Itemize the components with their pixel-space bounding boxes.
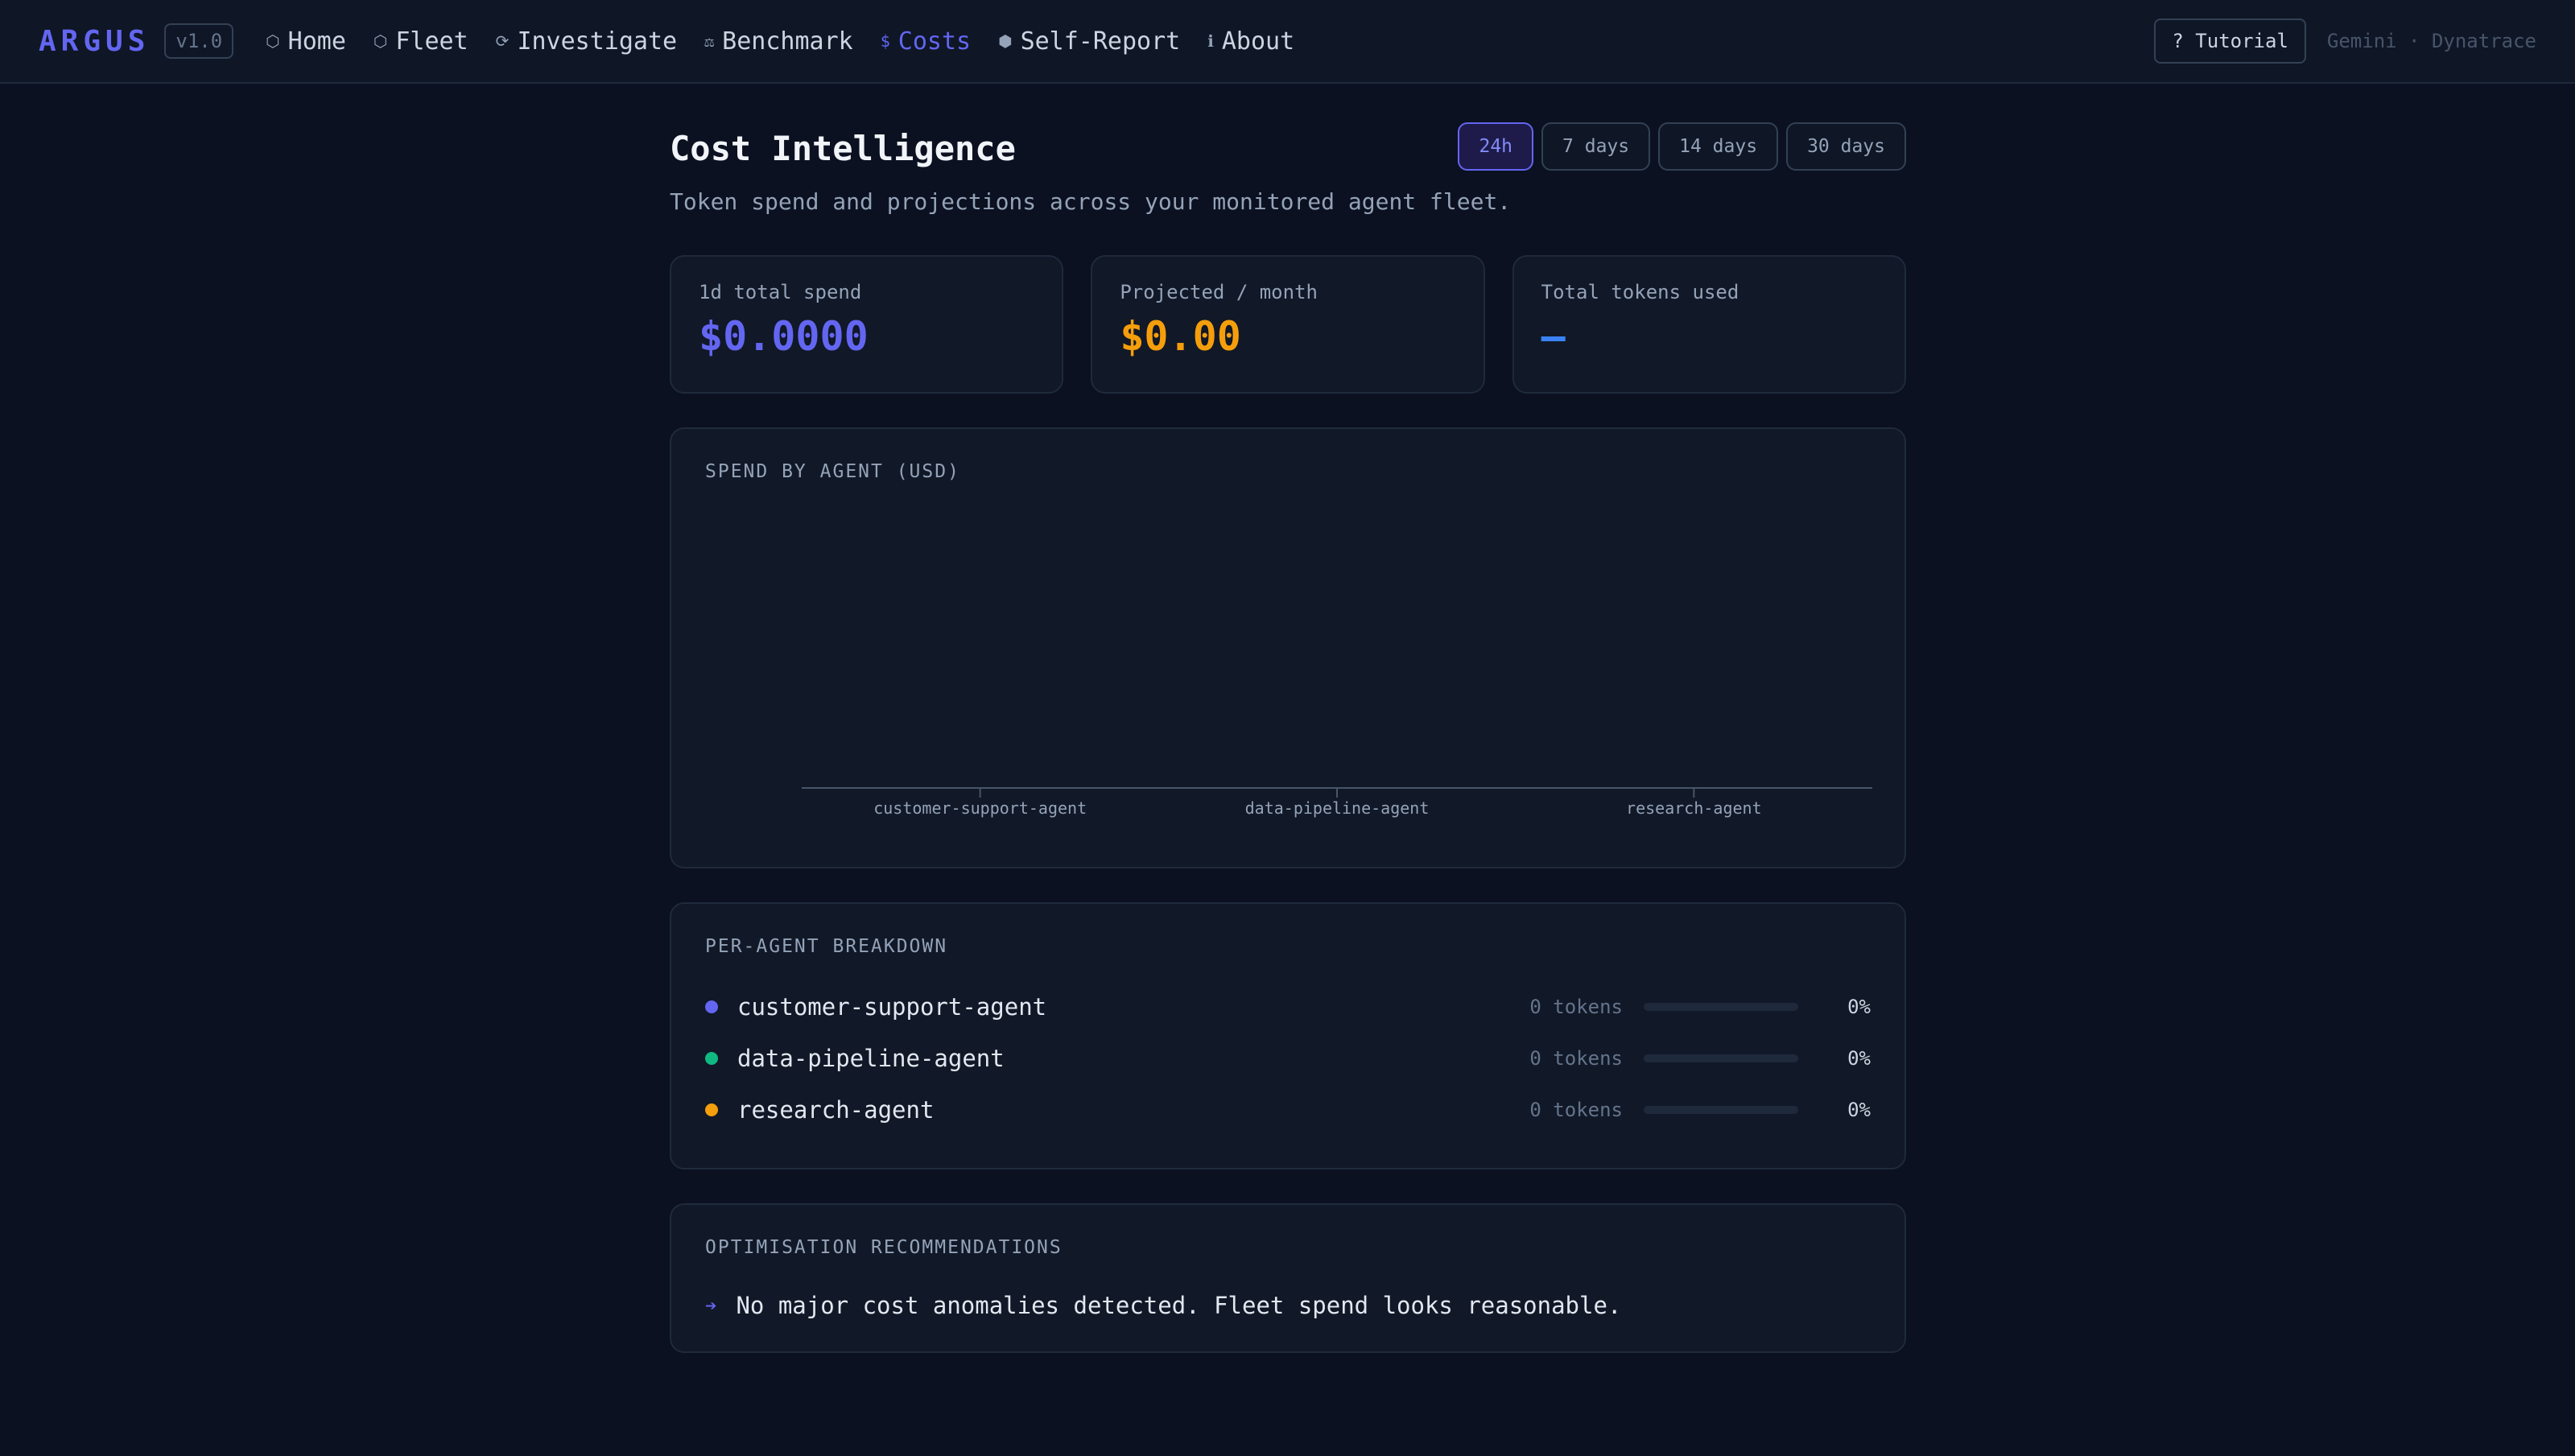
nav-costs[interactable]: $ Costs bbox=[881, 27, 971, 56]
nav-self-report-label: Self-Report bbox=[1020, 27, 1181, 56]
recommendations-title: OPTIMISATION RECOMMENDATIONS bbox=[705, 1237, 1063, 1258]
stat-card-total-spend: 1d total spend $0.0000 bbox=[670, 255, 1064, 394]
info-icon: ℹ bbox=[1207, 31, 1214, 51]
nav-links: ⬡ Home ⬡ Fleet ⟳ Investigate ⚖ Benchmark… bbox=[266, 27, 1294, 56]
refresh-icon: ⟳ bbox=[495, 31, 510, 51]
agent-row[interactable]: data-pipeline-agent 0 tokens 0% bbox=[705, 1033, 1871, 1084]
version-badge: v1.0 bbox=[164, 23, 234, 59]
agent-color-dot bbox=[705, 1103, 718, 1116]
stat-label: 1d total spend bbox=[699, 281, 862, 303]
brand-logo[interactable]: ARGUS bbox=[39, 25, 150, 58]
x-tick-label: research-agent bbox=[1626, 798, 1762, 818]
breakdown-title: PER-AGENT BREAKDOWN bbox=[705, 936, 948, 957]
nav-fleet[interactable]: ⬡ Fleet bbox=[373, 27, 468, 56]
nav-home-label: Home bbox=[287, 27, 346, 56]
agent-tokens: 0 tokens bbox=[1529, 1099, 1623, 1121]
page-title: Cost Intelligence bbox=[670, 129, 1016, 168]
agent-name: data-pipeline-agent bbox=[737, 1045, 1005, 1072]
stat-label: Projected / month bbox=[1120, 281, 1318, 303]
scales-icon: ⚖ bbox=[704, 31, 715, 51]
agent-list: customer-support-agent 0 tokens 0% data-… bbox=[705, 981, 1871, 1136]
stat-value: $0.0000 bbox=[699, 313, 869, 360]
range-tab-24h[interactable]: 24h bbox=[1458, 122, 1534, 171]
range-tab-14-days[interactable]: 14 days bbox=[1658, 122, 1779, 171]
nav-investigate-label: Investigate bbox=[517, 27, 678, 56]
nav-fleet-label: Fleet bbox=[395, 27, 468, 56]
recommendations-panel: OPTIMISATION RECOMMENDATIONS ➔ No major … bbox=[670, 1203, 1906, 1353]
stat-card-tokens: Total tokens used — bbox=[1512, 255, 1906, 394]
x-tick-label: customer-support-agent bbox=[873, 798, 1087, 818]
stat-value: $0.00 bbox=[1120, 313, 1241, 360]
hexagon-icon: ⬡ bbox=[373, 31, 388, 51]
agent-color-dot bbox=[705, 1052, 718, 1065]
recommendation-item: ➔ No major cost anomalies detected. Flee… bbox=[705, 1292, 1871, 1319]
agent-name: customer-support-agent bbox=[737, 993, 1047, 1021]
agent-row[interactable]: research-agent 0 tokens 0% bbox=[705, 1084, 1871, 1136]
agent-tokens: 0 tokens bbox=[1529, 996, 1623, 1018]
page-subtitle: Token spend and projections across your … bbox=[670, 188, 1512, 215]
x-tick-label: data-pipeline-agent bbox=[1245, 798, 1430, 818]
range-tab-7-days[interactable]: 7 days bbox=[1541, 122, 1651, 171]
spend-chart-panel: SPEND BY AGENT (USD) customer-support-ag… bbox=[670, 427, 1906, 868]
agent-pct: 0% bbox=[1847, 996, 1871, 1018]
top-nav: ARGUS v1.0 ⬡ Home ⬡ Fleet ⟳ Investigate … bbox=[0, 0, 2575, 84]
agent-pct: 0% bbox=[1847, 1047, 1871, 1070]
nav-right: ? Tutorial Gemini · Dynatrace bbox=[2154, 19, 2536, 64]
agent-row[interactable]: customer-support-agent 0 tokens 0% bbox=[705, 981, 1871, 1033]
agent-name: research-agent bbox=[737, 1096, 935, 1124]
stat-value: — bbox=[1541, 313, 1566, 360]
hexagon-icon: ⬡ bbox=[266, 31, 280, 51]
nav-about-label: About bbox=[1221, 27, 1295, 56]
breakdown-panel: PER-AGENT BREAKDOWN customer-support-age… bbox=[670, 902, 1906, 1169]
nav-benchmark[interactable]: ⚖ Benchmark bbox=[704, 27, 853, 56]
stat-cards: 1d total spend $0.0000 Projected / month… bbox=[670, 255, 1906, 394]
range-tab-30-days[interactable]: 30 days bbox=[1786, 122, 1906, 171]
nav-investigate[interactable]: ⟳ Investigate bbox=[496, 27, 677, 56]
share-bar bbox=[1644, 1054, 1798, 1062]
agent-tokens: 0 tokens bbox=[1529, 1047, 1623, 1070]
nav-about[interactable]: ℹ About bbox=[1207, 27, 1294, 56]
dollar-icon: $ bbox=[880, 31, 890, 51]
recommendation-text: No major cost anomalies detected. Fleet … bbox=[736, 1292, 1622, 1319]
hexagon-filled-icon: ⬢ bbox=[998, 31, 1013, 51]
main-content: Cost Intelligence 24h 7 days 14 days 30 … bbox=[670, 122, 1906, 1353]
arrow-right-icon: ➔ bbox=[705, 1294, 717, 1317]
nav-costs-label: Costs bbox=[898, 27, 972, 56]
spend-by-agent-chart: customer-support-agent data-pipeline-agen… bbox=[802, 787, 1872, 818]
share-bar bbox=[1644, 1003, 1798, 1011]
stat-label: Total tokens used bbox=[1541, 281, 1739, 303]
powered-by: Gemini · Dynatrace bbox=[2326, 30, 2536, 52]
nav-self-report[interactable]: ⬢ Self-Report bbox=[998, 27, 1180, 56]
nav-benchmark-label: Benchmark bbox=[722, 27, 853, 56]
time-range-tabs: 24h 7 days 14 days 30 days bbox=[1458, 122, 1906, 171]
agent-color-dot bbox=[705, 1000, 718, 1013]
header-row: Cost Intelligence 24h 7 days 14 days 30 … bbox=[670, 122, 1906, 171]
nav-home[interactable]: ⬡ Home bbox=[266, 27, 346, 56]
agent-pct: 0% bbox=[1847, 1099, 1871, 1121]
tutorial-button[interactable]: ? Tutorial bbox=[2154, 19, 2306, 64]
stat-card-projected: Projected / month $0.00 bbox=[1091, 255, 1485, 394]
share-bar bbox=[1644, 1106, 1798, 1114]
